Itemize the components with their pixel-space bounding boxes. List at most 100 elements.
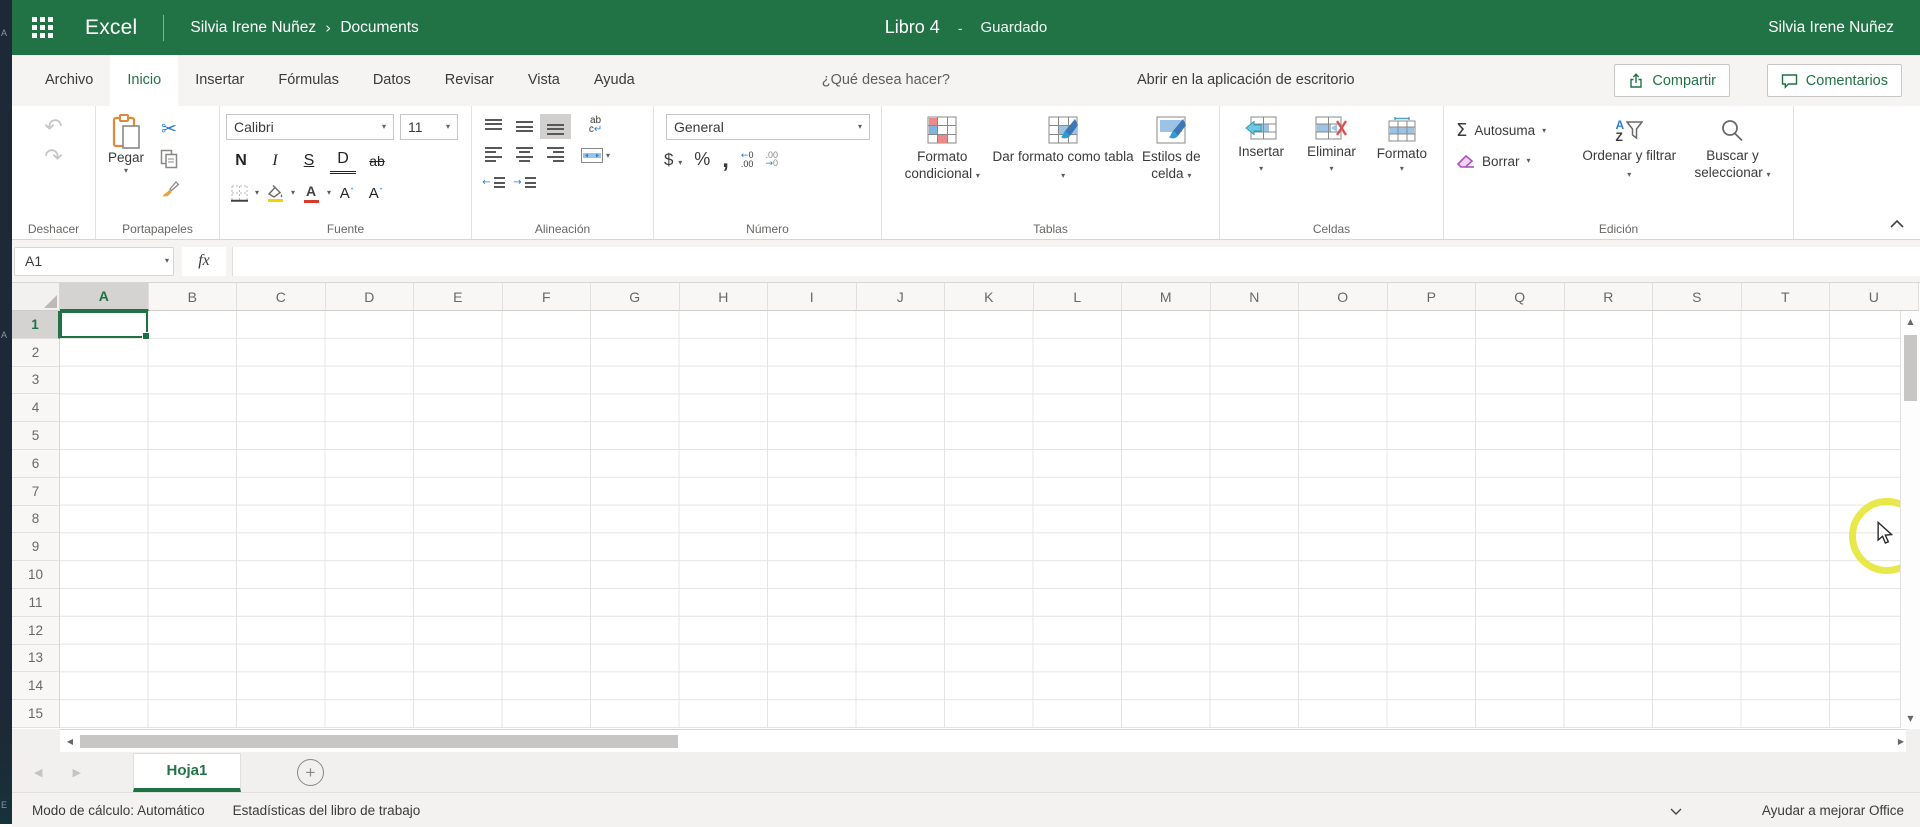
column-header-e[interactable]: E <box>414 283 503 311</box>
column-header-n[interactable]: N <box>1210 283 1299 311</box>
font-color-icon[interactable]: A <box>298 181 324 205</box>
format-as-table-button[interactable]: Dar formato como tabla ▾ <box>993 114 1134 219</box>
borders-icon[interactable] <box>226 181 252 205</box>
column-header-u[interactable]: U <box>1830 283 1919 311</box>
column-header-m[interactable]: M <box>1122 283 1211 311</box>
vertical-scroll-thumb[interactable] <box>1904 335 1917 401</box>
name-box[interactable]: A1 ▾ <box>14 246 174 276</box>
insert-cells-button[interactable]: Insertar ▾ <box>1226 114 1296 219</box>
app-launcher-icon[interactable] <box>32 17 53 38</box>
align-right-icon[interactable] <box>540 142 571 167</box>
app-name[interactable]: Excel <box>85 16 137 40</box>
sort-filter-button[interactable]: AZ Ordenar y filtrar ▾ <box>1581 114 1678 219</box>
column-header-d[interactable]: D <box>325 283 414 311</box>
collapse-ribbon-icon[interactable] <box>1890 215 1904 233</box>
font-size-select[interactable]: 11 ▾ <box>400 114 458 140</box>
format-cells-button[interactable]: Formato ▾ <box>1367 114 1437 219</box>
find-select-button[interactable]: Buscar y seleccionar ▾ <box>1678 114 1787 219</box>
font-color-dropdown-icon[interactable]: ▾ <box>327 189 331 197</box>
row-header-6[interactable]: 6 <box>12 449 60 478</box>
comma-format-icon[interactable]: , <box>722 147 729 171</box>
share-button[interactable]: Compartir <box>1614 64 1730 97</box>
percent-format-icon[interactable]: % <box>694 149 710 170</box>
horizontal-scrollbar[interactable]: ◀ ▶ <box>60 729 1906 752</box>
menu-tab-insertar[interactable]: Insertar <box>178 55 261 106</box>
column-header-c[interactable]: C <box>237 283 326 311</box>
borders-dropdown-icon[interactable]: ▾ <box>255 189 259 197</box>
currency-format-icon[interactable]: $ ▾ <box>664 150 682 170</box>
column-header-b[interactable]: B <box>148 283 237 311</box>
save-status[interactable]: Guardado <box>981 19 1048 36</box>
increase-font-icon[interactable]: Aˆ <box>334 181 360 205</box>
column-header-g[interactable]: G <box>591 283 680 311</box>
document-title[interactable]: Libro 4 <box>885 17 940 38</box>
fill-color-icon[interactable] <box>262 181 288 205</box>
breadcrumb[interactable]: Silvia Irene Nuñez › Documents <box>190 19 418 37</box>
row-header-11[interactable]: 11 <box>12 588 60 617</box>
status-bar-chevron-icon[interactable] <box>1670 803 1682 818</box>
conditional-formatting-button[interactable]: Formato condicional ▾ <box>892 114 993 219</box>
column-header-q[interactable]: Q <box>1476 283 1565 311</box>
spreadsheet-grid[interactable] <box>60 311 1920 728</box>
number-format-select[interactable]: General ▾ <box>666 114 870 140</box>
formula-input[interactable] <box>232 246 1920 276</box>
tell-me-box[interactable]: ¿Qué desea hacer? <box>822 55 950 106</box>
column-header-i[interactable]: I <box>768 283 857 311</box>
sheet-tab-hoja1[interactable]: Hoja1 <box>132 752 241 792</box>
double-underline-button[interactable]: D <box>330 147 356 174</box>
decrease-indent-icon[interactable]: ← <box>478 170 509 195</box>
clear-button[interactable]: Borrar ▾ <box>1456 153 1581 169</box>
decrease-decimal-icon[interactable]: .00 →0 <box>765 150 778 169</box>
row-header-14[interactable]: 14 <box>12 672 60 701</box>
next-sheet-icon[interactable]: ▶ <box>72 766 80 779</box>
row-header-4[interactable]: 4 <box>12 394 60 423</box>
open-in-desktop-button[interactable]: Abrir en la aplicación de escritorio <box>1137 55 1355 106</box>
column-header-a[interactable]: A <box>60 283 149 311</box>
menu-tab-inicio[interactable]: Inicio <box>110 55 179 106</box>
selected-cell-a1[interactable] <box>60 311 150 340</box>
paste-button[interactable]: Pegar ▾ <box>102 114 150 204</box>
calc-mode-status[interactable]: Modo de cálculo: Automático <box>32 803 205 818</box>
row-header-12[interactable]: 12 <box>12 616 60 645</box>
menu-tab-vista[interactable]: Vista <box>511 55 577 106</box>
scroll-down-icon[interactable]: ▼ <box>1901 708 1920 728</box>
insert-function-button[interactable]: fx <box>182 246 226 276</box>
scroll-right-icon[interactable]: ▶ <box>1898 737 1904 746</box>
column-header-l[interactable]: L <box>1033 283 1122 311</box>
cell-styles-button[interactable]: Estilos de celda ▾ <box>1134 114 1209 219</box>
italic-button[interactable]: I <box>262 149 288 173</box>
row-header-5[interactable]: 5 <box>12 422 60 450</box>
column-header-p[interactable]: P <box>1387 283 1476 311</box>
strikethrough-button[interactable]: ab <box>364 149 390 173</box>
column-header-h[interactable]: H <box>679 283 768 311</box>
underline-button[interactable]: S <box>296 149 322 173</box>
row-header-3[interactable]: 3 <box>12 366 60 395</box>
improve-office-link[interactable]: Ayudar a mejorar Office <box>1762 803 1904 818</box>
align-top-icon[interactable] <box>478 114 509 139</box>
paste-dropdown-icon[interactable]: ▾ <box>124 166 128 175</box>
row-header-15[interactable]: 15 <box>12 700 60 728</box>
format-painter-icon[interactable] <box>154 174 184 204</box>
autosum-button[interactable]: Σ Autosuma ▾ <box>1456 120 1581 141</box>
menu-tab-ayuda[interactable]: Ayuda <box>577 55 652 106</box>
copy-icon[interactable] <box>154 144 184 174</box>
comments-button[interactable]: Comentarios <box>1766 64 1902 97</box>
scroll-left-icon[interactable]: ◀ <box>60 737 80 746</box>
align-middle-icon[interactable] <box>509 114 540 139</box>
row-header-10[interactable]: 10 <box>12 561 60 589</box>
column-header-r[interactable]: R <box>1564 283 1653 311</box>
row-header-8[interactable]: 8 <box>12 505 60 534</box>
align-left-icon[interactable] <box>478 142 509 167</box>
cut-icon[interactable]: ✂ <box>154 114 184 144</box>
row-header-2[interactable]: 2 <box>12 338 60 367</box>
wrap-text-icon[interactable]: ab c↵ <box>581 116 610 135</box>
align-bottom-icon[interactable] <box>540 114 571 139</box>
increase-indent-icon[interactable]: → <box>509 170 540 195</box>
scroll-up-icon[interactable]: ▲ <box>1901 311 1920 331</box>
select-all-corner[interactable] <box>12 283 60 311</box>
row-header-9[interactable]: 9 <box>12 533 60 562</box>
font-name-select[interactable]: Calibri ▾ <box>226 114 394 140</box>
vertical-scrollbar[interactable]: ▲ ▼ <box>1900 311 1920 728</box>
redo-icon[interactable]: ↷ <box>44 147 62 169</box>
breadcrumb-location[interactable]: Documents <box>340 19 418 37</box>
